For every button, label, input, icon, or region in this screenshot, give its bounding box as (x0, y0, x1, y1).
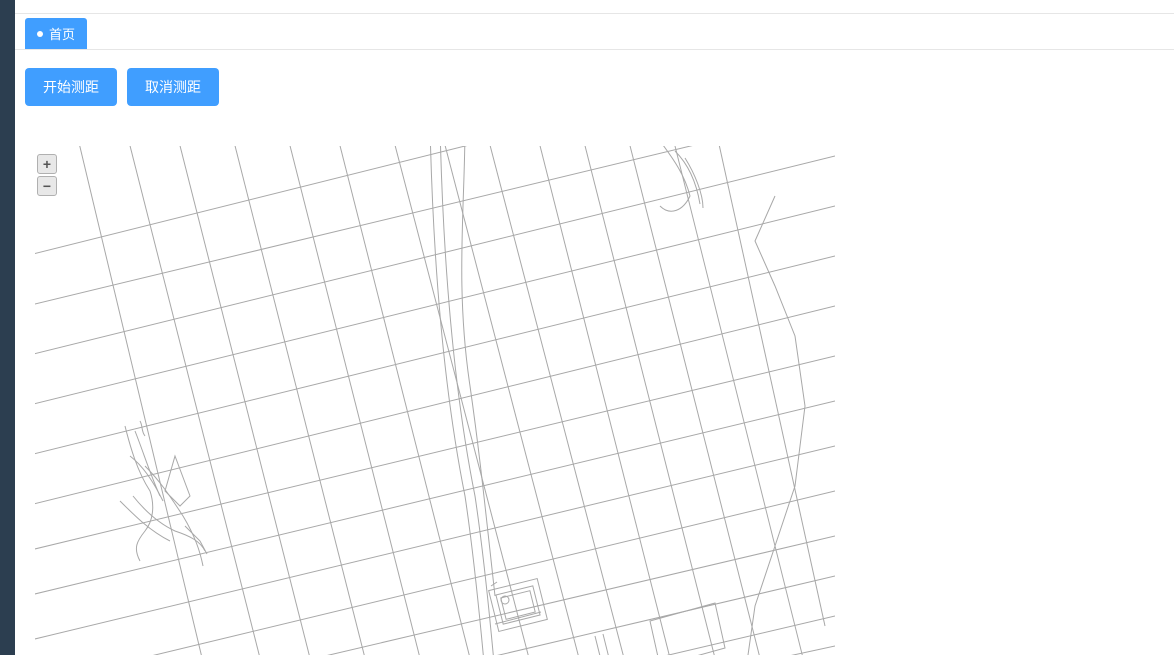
zoom-controls: + − (37, 154, 57, 196)
start-measure-button[interactable]: 开始测距 (25, 68, 117, 106)
dot-icon (37, 31, 43, 37)
street-map-svg (35, 146, 835, 655)
collapsed-sidebar (0, 0, 15, 655)
header-strip (15, 0, 1174, 14)
tab-bar: 首页 (15, 14, 1174, 50)
toolbar: 开始测距 取消测距 (25, 68, 1164, 106)
map-canvas[interactable] (35, 146, 1174, 655)
zoom-in-button[interactable]: + (37, 154, 57, 174)
cancel-measure-button[interactable]: 取消测距 (127, 68, 219, 106)
main-panel: 首页 开始测距 取消测距 + − (15, 0, 1174, 655)
zoom-out-button[interactable]: − (37, 176, 57, 196)
tab-home[interactable]: 首页 (25, 18, 87, 49)
content-area: 开始测距 取消测距 + − (15, 50, 1174, 655)
tab-home-label: 首页 (49, 24, 75, 43)
